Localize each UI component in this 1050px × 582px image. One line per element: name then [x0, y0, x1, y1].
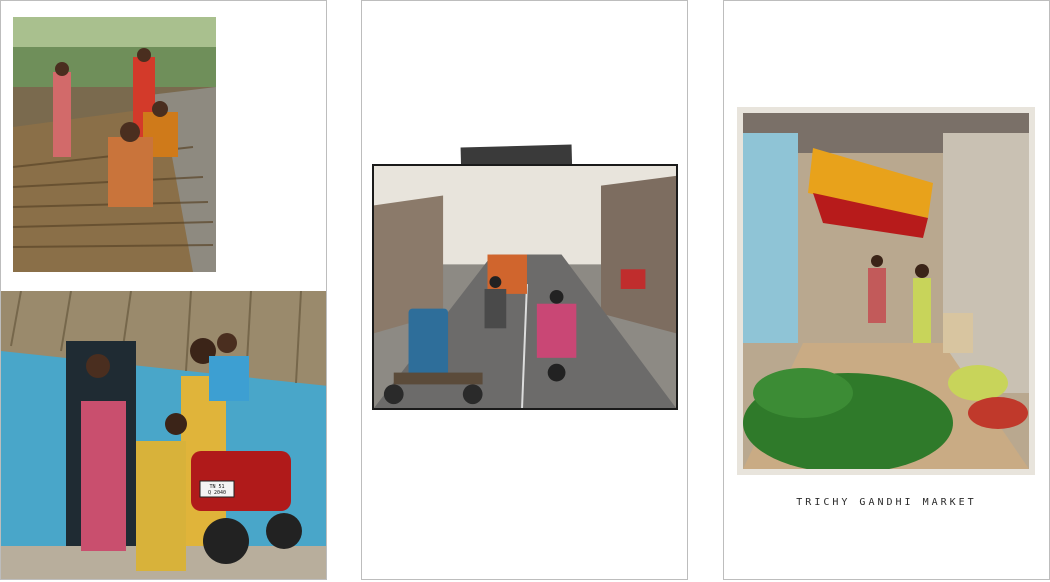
right-panel: TRICHY GANDHI MARKET: [723, 0, 1050, 580]
left-panel: TN 51 Q 2040: [0, 0, 327, 580]
plate-text-line: Q 2040: [208, 490, 226, 496]
plate-line-1: TN 51 Q 2040: [208, 484, 226, 496]
middle-panel: [361, 0, 688, 580]
photo-palm-weavers[interactable]: [13, 17, 216, 272]
palm-weavers-image: [13, 17, 216, 272]
gandhi-market-image: [743, 113, 1029, 469]
family-motorcycle-image: TN 51 Q 2040: [1, 291, 326, 579]
photo-gandhi-market[interactable]: [737, 107, 1035, 475]
photo-street-traffic[interactable]: [372, 164, 678, 410]
street-traffic-image: [374, 166, 676, 408]
photo-family-motorcycle[interactable]: TN 51 Q 2040: [1, 291, 326, 579]
market-caption: TRICHY GANDHI MARKET: [796, 497, 977, 508]
